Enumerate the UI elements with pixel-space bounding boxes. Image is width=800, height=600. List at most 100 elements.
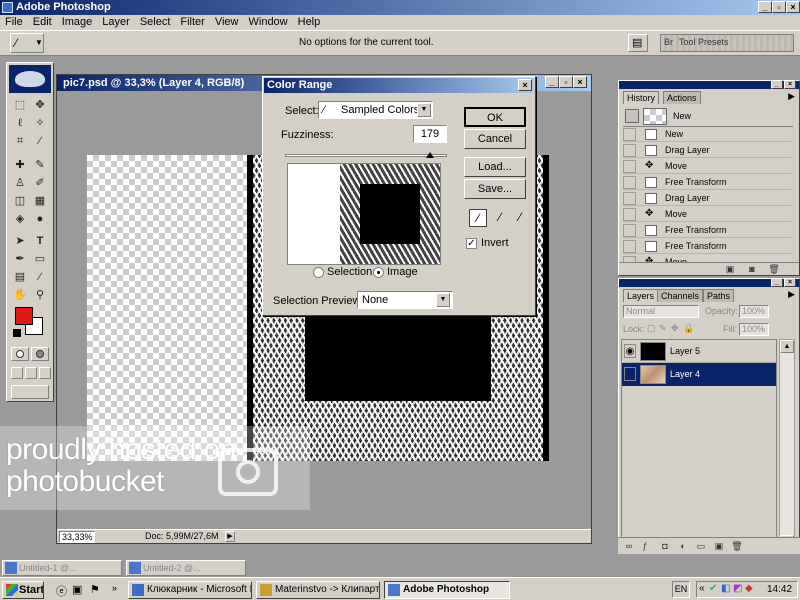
doc-close-button[interactable]: × xyxy=(573,76,587,88)
history-brush-slot[interactable] xyxy=(623,128,636,141)
screen-mode-standard[interactable] xyxy=(11,367,23,379)
tray-app-icon[interactable]: ◆ xyxy=(745,583,753,594)
eye-icon[interactable] xyxy=(624,367,636,381)
gradient-tool-icon[interactable]: ▦ xyxy=(31,193,49,209)
opacity-input[interactable]: 100% xyxy=(739,305,769,318)
new-document-from-state-icon[interactable]: ▣ xyxy=(723,263,737,275)
standard-mode-button[interactable] xyxy=(11,347,29,361)
quick-launch-more-icon[interactable]: » xyxy=(112,583,117,593)
status-menu-arrow-icon[interactable]: ▶ xyxy=(225,531,235,542)
menu-help[interactable]: Help xyxy=(293,15,326,30)
eye-icon[interactable]: ◉ xyxy=(624,344,636,358)
trash-icon[interactable]: 🗑 xyxy=(767,263,781,275)
network-icon[interactable]: ◩ xyxy=(733,583,742,594)
eyedropper-minus-icon[interactable]: ⁄ xyxy=(511,209,529,227)
snapshot-icon[interactable]: ◙ xyxy=(745,263,759,275)
cancel-button[interactable]: Cancel xyxy=(464,129,526,149)
load-button[interactable]: Load... xyxy=(464,157,526,177)
tray-expand-icon[interactable]: « xyxy=(699,583,705,594)
minimized-doc-1[interactable]: Untitled-1 @... xyxy=(2,560,122,576)
maximize-button[interactable]: ▫ xyxy=(772,1,786,13)
fuzziness-slider-thumb[interactable] xyxy=(426,152,434,158)
history-brush-slot[interactable] xyxy=(623,224,636,237)
history-brush-slot[interactable] xyxy=(623,192,636,205)
history-brush-slot[interactable] xyxy=(623,160,636,173)
history-brush-slot[interactable] xyxy=(623,208,636,221)
lasso-tool-icon[interactable]: ℓ xyxy=(11,115,29,131)
selection-preview-dropdown[interactable]: None ▼ xyxy=(357,291,453,309)
type-tool-icon[interactable]: T xyxy=(31,233,49,249)
add-mask-icon[interactable]: ◘ xyxy=(658,540,672,552)
tool-presets-tab[interactable]: Tool Presets xyxy=(679,37,729,47)
lock-transparency-icon[interactable]: ▢ xyxy=(647,323,656,334)
radio-image[interactable] xyxy=(373,267,384,278)
tool-preset-picker[interactable]: ⁄ ▼ xyxy=(10,33,44,53)
panel-menu-arrow-icon[interactable]: ▶ xyxy=(788,91,795,102)
fill-input[interactable]: 100% xyxy=(739,323,769,336)
palette-well[interactable]: Br Tool Presets xyxy=(660,34,794,52)
hand-tool-icon[interactable]: ✋ xyxy=(11,287,29,303)
panel-minimize-button[interactable]: _ xyxy=(771,278,783,287)
jump-to-imageready-button[interactable] xyxy=(11,385,49,399)
history-item[interactable]: Free Transform xyxy=(623,175,791,190)
flag-icon[interactable]: ⚑ xyxy=(90,583,100,596)
rectangle-tool-icon[interactable]: ▭ xyxy=(31,251,49,267)
blur-tool-icon[interactable]: ◈ xyxy=(11,211,29,227)
tab-paths[interactable]: Paths xyxy=(703,289,735,302)
transparent-canvas-area[interactable] xyxy=(87,155,247,461)
tab-actions[interactable]: Actions xyxy=(663,91,701,104)
invert-checkbox[interactable]: ✓ xyxy=(466,238,477,249)
menu-select[interactable]: Select xyxy=(135,15,176,30)
panel-close-button[interactable]: × xyxy=(784,278,796,287)
history-item[interactable]: Drag Layer xyxy=(623,143,791,158)
history-snapshot[interactable]: New xyxy=(623,107,793,127)
menu-layer[interactable]: Layer xyxy=(97,15,135,30)
notes-tool-icon[interactable]: ▤ xyxy=(11,269,29,285)
history-item[interactable]: ✥ Move xyxy=(623,159,791,174)
bridge-tab[interactable]: Br xyxy=(664,37,673,47)
lock-all-icon[interactable]: 🔒 xyxy=(683,323,694,334)
move-tool-icon[interactable]: ✥ xyxy=(31,97,49,113)
language-indicator[interactable]: EN xyxy=(672,581,690,598)
path-selection-icon[interactable]: ➤ xyxy=(11,233,29,249)
layers-scrollbar[interactable]: ▲ ▼ xyxy=(779,339,795,549)
new-layer-icon[interactable]: ▣ xyxy=(712,540,726,552)
dialog-close-button[interactable]: × xyxy=(518,79,532,91)
menu-view[interactable]: View xyxy=(210,15,244,30)
clone-stamp-icon[interactable]: ♙ xyxy=(11,175,29,191)
select-dropdown[interactable]: ⁄ Sampled Colors ▼ xyxy=(318,101,433,119)
scroll-up-icon[interactable]: ▲ xyxy=(780,340,794,353)
history-item[interactable]: Free Transform xyxy=(623,223,791,238)
eyedropper-plus-icon[interactable]: ⁄ xyxy=(491,209,509,227)
eyedropper-icon[interactable]: ⁄ xyxy=(469,209,487,227)
menu-edit[interactable]: Edit xyxy=(28,15,57,30)
close-button[interactable]: × xyxy=(786,1,800,13)
task-materinstvo[interactable]: Materinstvo -> Клипарт... xyxy=(256,581,380,599)
new-group-icon[interactable]: ▭ xyxy=(694,540,708,552)
tab-history[interactable]: History xyxy=(623,91,660,104)
quick-mask-button[interactable] xyxy=(31,347,49,361)
menu-image[interactable]: Image xyxy=(57,15,98,30)
history-item[interactable]: Free Transform xyxy=(623,239,791,254)
panel-menu-arrow-icon[interactable]: ▶ xyxy=(788,289,795,300)
marquee-tool-icon[interactable]: ⬚ xyxy=(11,97,29,113)
trash-icon[interactable]: 🗑 xyxy=(730,540,744,552)
foreground-color-swatch[interactable] xyxy=(15,307,33,325)
dodge-tool-icon[interactable]: ● xyxy=(31,211,49,227)
link-layers-icon[interactable]: ∞ xyxy=(622,540,636,552)
history-brush-slot[interactable] xyxy=(623,240,636,253)
layer-row[interactable]: ◉ Layer 5 xyxy=(622,340,776,363)
fuzziness-input[interactable]: 179 xyxy=(413,125,447,143)
layer-style-icon[interactable]: ƒ xyxy=(638,540,652,552)
doc-maximize-button[interactable]: ▫ xyxy=(559,76,573,88)
start-button[interactable]: Start xyxy=(2,581,44,599)
menu-window[interactable]: Window xyxy=(244,15,293,30)
lock-position-icon[interactable]: ✥ xyxy=(671,323,679,334)
crop-tool-icon[interactable]: ⌗ xyxy=(11,133,29,149)
volume-icon[interactable]: ◧ xyxy=(721,583,730,594)
screen-mode-full[interactable] xyxy=(39,367,51,379)
menu-filter[interactable]: Filter xyxy=(175,15,209,30)
chevron-down-icon[interactable]: ▼ xyxy=(417,103,431,117)
slice-tool-icon[interactable]: ⁄ xyxy=(31,133,49,149)
adjustment-layer-icon[interactable]: ◐ xyxy=(676,540,690,552)
